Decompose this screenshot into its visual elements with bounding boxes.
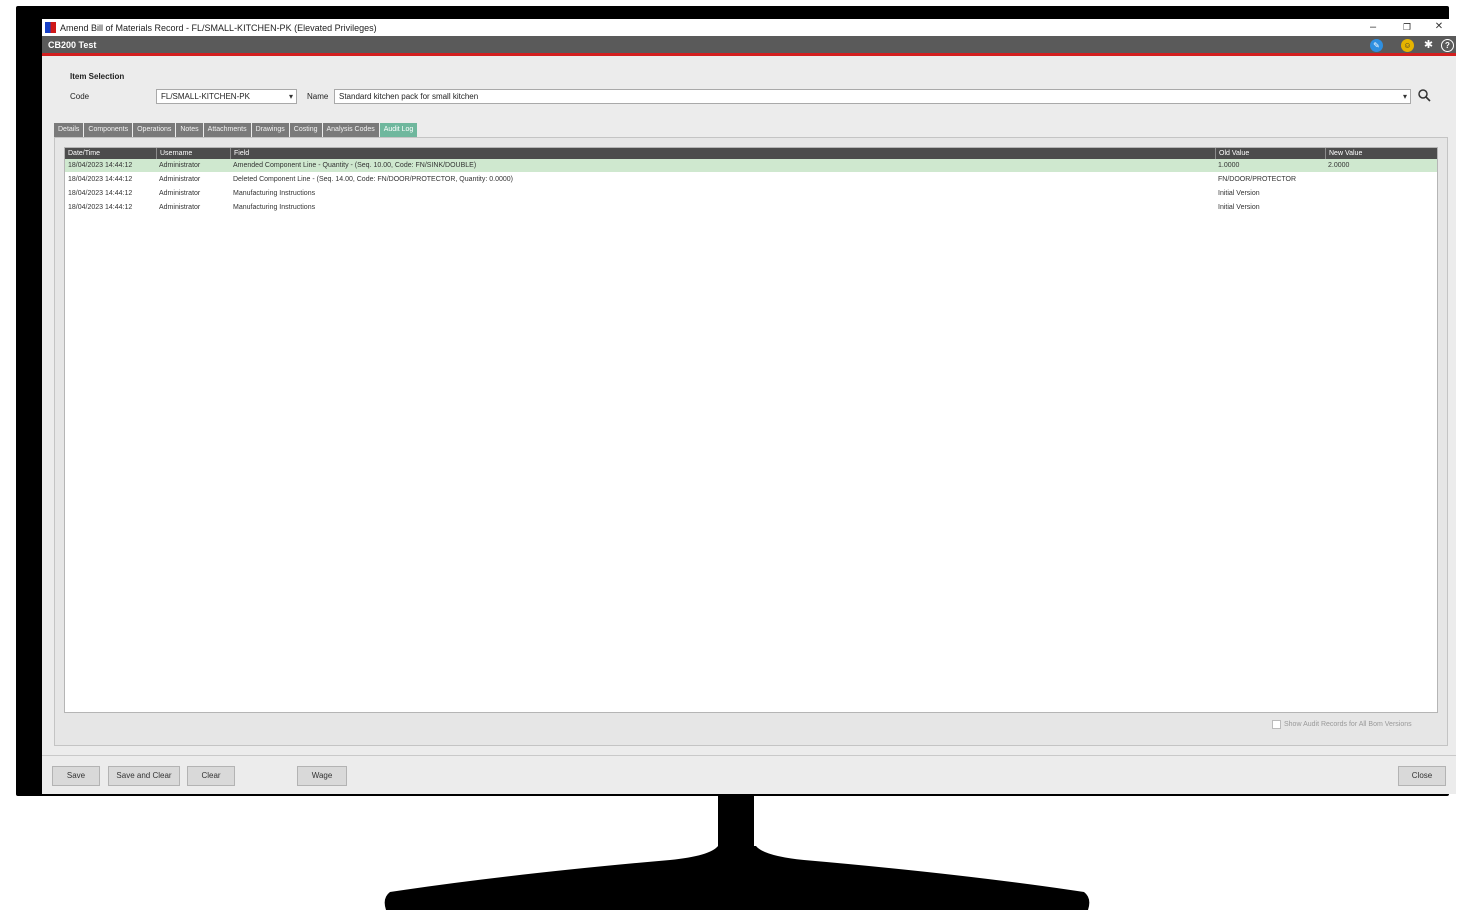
cell-datetime: 18/04/2023 14:44:12 (68, 204, 133, 211)
wizard-button[interactable]: Wage (297, 766, 347, 786)
cell-datetime: 18/04/2023 14:44:12 (68, 162, 133, 169)
tab-attachments[interactable]: Attachments (203, 123, 252, 137)
clear-button[interactable]: Clear (187, 766, 235, 786)
monitor-frame: Amend Bill of Materials Record - FL/SMAL… (16, 6, 1456, 796)
code-combobox[interactable]: FL/SMALL-KITCHEN-PK ▾ (156, 89, 297, 104)
name-label: Name (307, 92, 329, 101)
close-button[interactable]: Close (1398, 766, 1446, 786)
cell-username: Administrator (159, 162, 201, 169)
tab-components[interactable]: Components (84, 123, 134, 137)
cell-new-value (1325, 201, 1437, 214)
name-combobox[interactable]: Standard kitchen pack for small kitchen … (334, 89, 1411, 104)
column-header-field[interactable]: Field (230, 148, 1215, 159)
smiley-icon[interactable]: ☺ (1401, 39, 1414, 52)
cell-new-value: 2.0000 (1328, 162, 1350, 169)
cell-old-value: FN/DOOR/PROTECTOR (1218, 176, 1297, 183)
cell-field: Manufacturing Instructions (233, 204, 316, 211)
cell-old-value: Initial Version (1218, 204, 1260, 211)
monitor-stand-base (384, 846, 1090, 910)
item-selection-heading: Item Selection (70, 72, 125, 81)
cell-field: Amended Component Line - Quantity - (Seq… (233, 162, 477, 169)
chevron-down-icon[interactable]: ▾ (289, 90, 293, 103)
cell-new-value (1325, 173, 1437, 186)
save-button[interactable]: Save (52, 766, 100, 786)
name-value: Standard kitchen pack for small kitchen (339, 92, 479, 101)
restore-button[interactable]: ❐ (1390, 19, 1424, 36)
show-all-versions-checkbox[interactable] (1272, 720, 1281, 729)
tab-drawings[interactable]: Drawings (251, 123, 290, 137)
edit-icon[interactable]: ✎ (1370, 39, 1383, 52)
tab-costing[interactable]: Costing (289, 123, 323, 137)
column-header-new-value[interactable]: New Value (1325, 148, 1437, 159)
tab-analysis-codes[interactable]: Analysis Codes (322, 123, 380, 137)
record-tabs: Details Components Operations Notes Atta… (54, 123, 419, 137)
column-header-datetime[interactable]: Date/Time (65, 148, 156, 159)
window-title: Amend Bill of Materials Record - FL/SMAL… (60, 22, 377, 33)
chevron-down-icon[interactable]: ▾ (1403, 90, 1407, 103)
settings-icon[interactable]: ✱ (1422, 39, 1435, 52)
save-and-clear-button[interactable]: Save and Clear (108, 766, 180, 786)
close-window-button[interactable]: ✕ (1422, 19, 1456, 36)
code-label: Code (70, 92, 90, 101)
show-all-versions-option[interactable]: Show Audit Records for All Bom Versions (1272, 720, 1412, 729)
column-header-old-value[interactable]: Old Value (1215, 148, 1325, 159)
column-header-username[interactable]: Username (156, 148, 230, 159)
minimize-button[interactable]: – (1356, 19, 1390, 36)
cell-old-value: 1.0000 (1218, 162, 1240, 169)
window-titlebar: Amend Bill of Materials Record - FL/SMAL… (42, 19, 1456, 36)
application-window: Amend Bill of Materials Record - FL/SMAL… (42, 19, 1456, 794)
cell-field: Manufacturing Instructions (233, 190, 316, 197)
footer-divider (42, 755, 1456, 756)
company-bar: CB200 Test ✎ ☺ ✱ ? (42, 36, 1456, 56)
table-header: Date/Time Username Field Old Value New V… (65, 148, 1437, 159)
audit-log-table: Date/Time Username Field Old Value New V… (64, 147, 1438, 713)
tab-details[interactable]: Details (54, 123, 85, 137)
cell-field: Deleted Component Line - (Seq. 14.00, Co… (233, 176, 513, 183)
cell-datetime: 18/04/2023 14:44:12 (68, 176, 133, 183)
tab-audit-log[interactable]: Audit Log (379, 123, 419, 137)
table-row[interactable]: 18/04/2023 14:44:12 Administrator Delete… (65, 173, 1437, 186)
app-logo-icon (45, 22, 56, 33)
cell-username: Administrator (159, 204, 201, 211)
cell-old-value: Initial Version (1218, 190, 1260, 197)
help-icon[interactable]: ? (1441, 39, 1454, 52)
table-row[interactable]: 18/04/2023 14:44:12 Administrator Amende… (65, 159, 1437, 172)
cell-username: Administrator (159, 176, 201, 183)
search-icon[interactable] (1417, 88, 1432, 103)
table-row[interactable]: 18/04/2023 14:44:12 Administrator Manufa… (65, 187, 1437, 200)
table-row[interactable]: 18/04/2023 14:44:12 Administrator Manufa… (65, 201, 1437, 214)
tab-operations[interactable]: Operations (133, 123, 177, 137)
show-all-versions-label: Show Audit Records for All Bom Versions (1284, 721, 1412, 728)
cell-datetime: 18/04/2023 14:44:12 (68, 190, 133, 197)
cell-username: Administrator (159, 190, 201, 197)
code-value: FL/SMALL-KITCHEN-PK (161, 92, 250, 101)
tab-notes[interactable]: Notes (176, 123, 204, 137)
cell-new-value (1325, 187, 1437, 200)
company-name: CB200 Test (48, 39, 97, 50)
